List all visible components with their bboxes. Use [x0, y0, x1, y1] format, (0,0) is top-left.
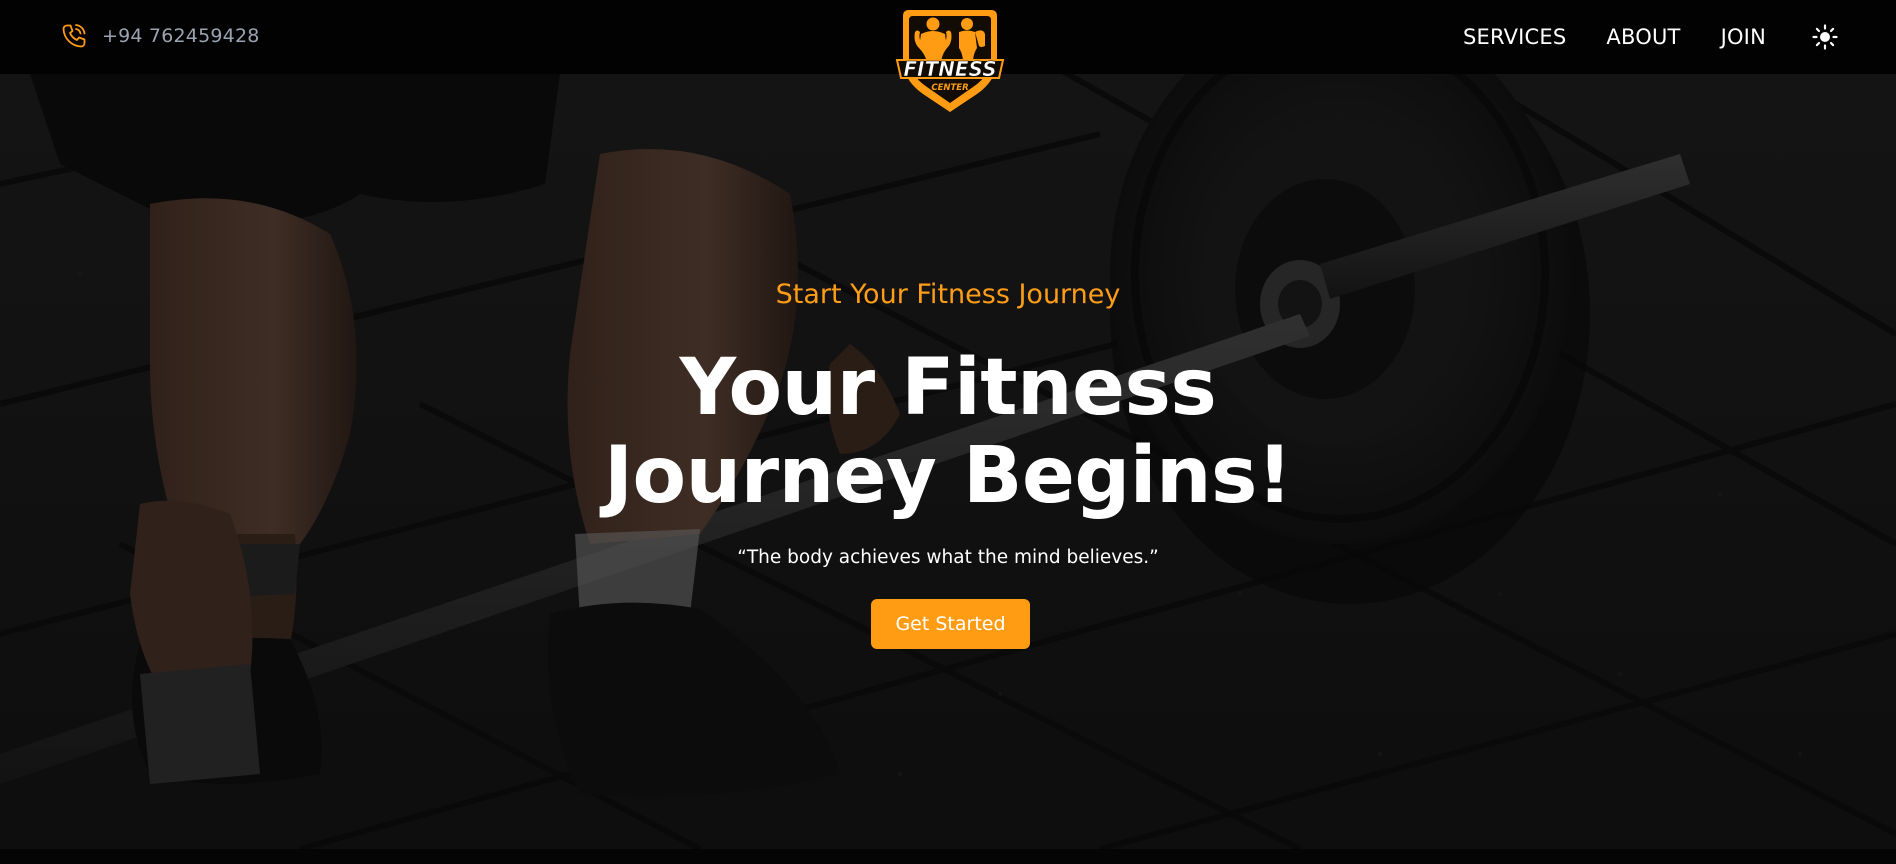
nav-link-services[interactable]: SERVICES: [1463, 25, 1566, 49]
site-header: +94 762459428 FITNESS CENTER SERVICES AB…: [0, 0, 1896, 112]
phone-icon: [60, 22, 88, 50]
get-started-button[interactable]: Get Started: [871, 599, 1030, 649]
nav-link-join[interactable]: JOIN: [1721, 25, 1766, 49]
page-bottom-strip: [0, 849, 1896, 864]
nav-link-about[interactable]: ABOUT: [1606, 25, 1680, 49]
svg-text:FITNESS: FITNESS: [903, 57, 996, 81]
sun-icon: [1812, 24, 1838, 50]
page: +94 762459428 FITNESS CENTER SERVICES AB…: [0, 0, 1896, 864]
hero-title: Your Fitness Journey Begins!: [548, 344, 1348, 520]
fitness-center-logo[interactable]: FITNESS CENTER: [893, 2, 1007, 114]
hero-eyebrow: Start Your Fitness Journey: [775, 279, 1121, 310]
phone-contact[interactable]: +94 762459428: [60, 22, 260, 50]
svg-text:CENTER: CENTER: [931, 83, 968, 93]
main-nav: SERVICES ABOUT JOIN: [1423, 0, 1896, 74]
hero-title-line-2: Journey Begins!: [604, 431, 1293, 521]
hero-section: Start Your Fitness Journey Your Fitness …: [0, 74, 1896, 849]
hero-title-line-1: Your Fitness: [679, 343, 1217, 433]
phone-number: +94 762459428: [102, 25, 260, 47]
theme-toggle-button[interactable]: [1810, 22, 1840, 52]
hero-quote: “The body achieves what the mind believe…: [737, 547, 1159, 568]
